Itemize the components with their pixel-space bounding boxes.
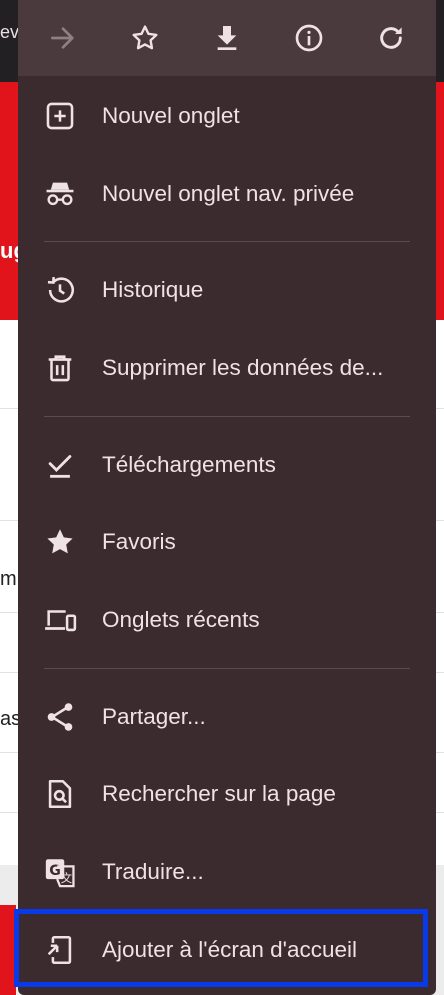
download-button[interactable] [197, 8, 257, 68]
menu-item-find-in-page[interactable]: Rechercher sur la page [18, 756, 436, 834]
devices-icon [45, 610, 77, 632]
menu-item-history[interactable]: Historique [18, 251, 436, 329]
menu-item-downloads[interactable]: Téléchargements [18, 426, 436, 504]
menu-divider [44, 415, 410, 417]
menu-item-clear-data[interactable]: Supprimer les données de... [18, 329, 436, 407]
forward-icon [51, 27, 74, 49]
bookmark-star-icon [132, 25, 158, 50]
menu-item-label: Historique [102, 277, 204, 303]
menu-item-bookmarks[interactable]: Favoris [18, 503, 436, 581]
reload-icon [380, 27, 402, 49]
browser-overflow-menu: Nouvel onglet Nouvel onglet nav. privée … [18, 0, 436, 995]
star-icon [47, 529, 73, 554]
menu-item-label: Traduire... [102, 859, 204, 885]
menu-item-label: Nouvel onglet nav. privée [102, 180, 355, 206]
share-icon [47, 702, 73, 731]
menu-item-label: Rechercher sur la page [102, 781, 336, 807]
add-to-home-screen-icon [47, 935, 72, 964]
bookmark-button[interactable] [115, 8, 175, 68]
menu-item-label: Partager... [102, 703, 206, 729]
content-text-fragment: m [0, 568, 17, 590]
reload-button[interactable] [361, 8, 421, 68]
download-icon [217, 26, 237, 50]
menu-item-label: Supprimer les données de... [102, 354, 384, 380]
menu-item-share[interactable]: Partager... [18, 678, 436, 756]
page-bottom-accent [0, 905, 16, 995]
url-text-fragment: ev [0, 22, 20, 42]
translate-icon: G文 [45, 859, 75, 888]
menu-item-add-to-home-screen[interactable]: Ajouter à l'écran d'accueil [18, 911, 436, 989]
new-tab-icon [46, 102, 74, 130]
menu-action-bar [18, 0, 436, 76]
find-in-page-icon [48, 780, 72, 809]
incognito-icon [46, 182, 74, 205]
menu-item-translate[interactable]: G文 Traduire... [18, 833, 436, 911]
downloads-check-icon [48, 454, 72, 478]
info-icon [295, 24, 323, 52]
trash-icon [48, 355, 72, 382]
menu-item-recent-tabs[interactable]: Onglets récents [18, 581, 436, 659]
menu-item-new-tab[interactable]: Nouvel onglet [18, 77, 436, 155]
svg-text:文: 文 [61, 871, 72, 885]
forward-button[interactable] [33, 8, 93, 68]
menu-item-incognito-tab[interactable]: Nouvel onglet nav. privée [18, 155, 436, 233]
menu-divider [44, 241, 410, 243]
menu-divider [44, 667, 410, 669]
menu-item-label: Ajouter à l'écran d'accueil [102, 936, 357, 962]
page-info-button[interactable] [279, 8, 339, 68]
menu-item-label: Nouvel onglet [102, 102, 240, 128]
menu-item-label: Onglets récents [102, 606, 260, 632]
menu-item-label: Favoris [102, 529, 176, 555]
menu-item-label: Téléchargements [102, 451, 276, 477]
history-icon [47, 277, 75, 303]
